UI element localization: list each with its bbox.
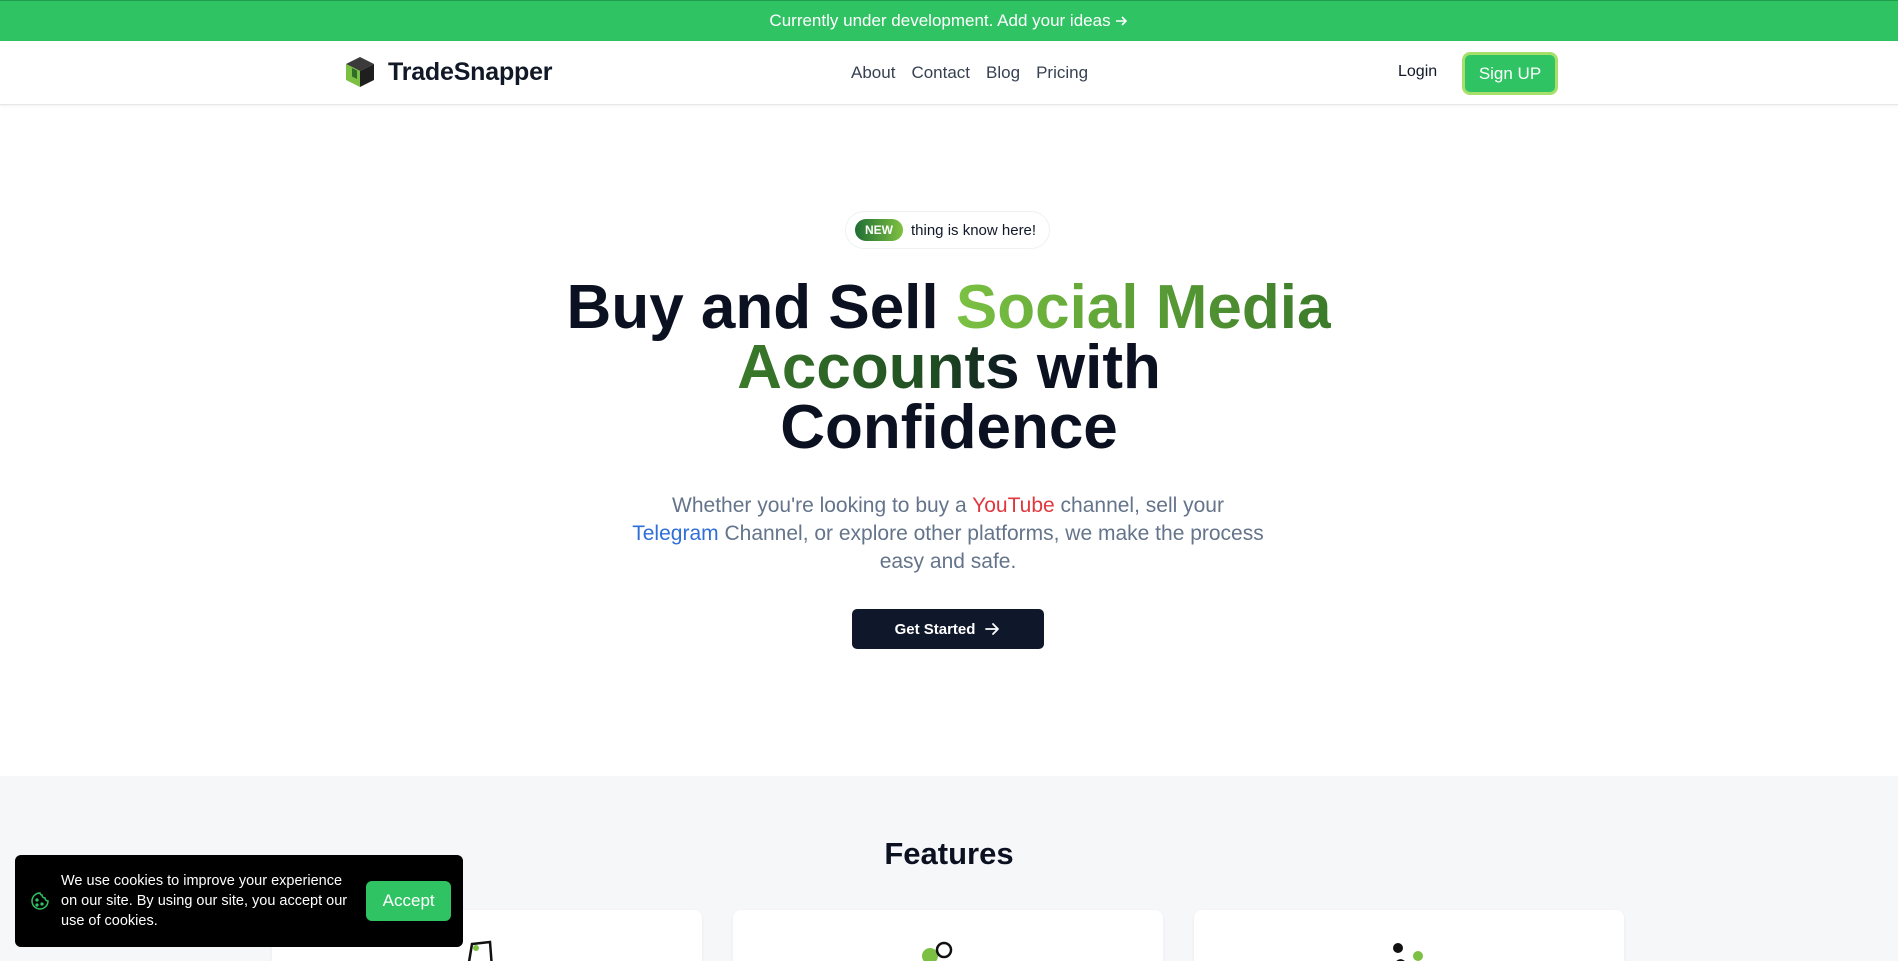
feature-illustration-icon — [467, 940, 493, 961]
badge-text: thing is know here! — [911, 221, 1037, 239]
feature-card — [1194, 910, 1624, 961]
get-started-label: Get Started — [894, 620, 976, 638]
brand-link[interactable]: TradeSnapper — [344, 55, 553, 89]
headline-highlight2: Accounts — [737, 333, 1020, 402]
feature-card — [733, 910, 1163, 961]
nav-link-blog[interactable]: Blog — [986, 63, 1020, 83]
subtitle-telegram: Telegram — [632, 522, 719, 545]
headline-part3: Confidence — [780, 393, 1118, 462]
nav-link-pricing[interactable]: Pricing — [1036, 63, 1088, 83]
accept-cookies-button[interactable]: Accept — [366, 881, 451, 921]
subtitle-youtube: YouTube — [972, 494, 1055, 517]
subtitle-s2: channel, sell your — [1060, 494, 1224, 517]
cube-logo-icon — [346, 57, 374, 87]
headline-highlight1: Social Media — [955, 273, 1332, 342]
cookie-text: We use cookies to improve your experienc… — [61, 873, 348, 929]
feature-illustration-icon — [922, 941, 953, 961]
main-nav: About Contact Blog Pricing — [851, 63, 1088, 83]
cookie-banner: We use cookies to improve your experienc… — [15, 855, 463, 947]
subtitle-s1: Whether you're looking to buy a — [672, 494, 973, 517]
get-started-button[interactable]: Get Started — [852, 609, 1044, 649]
hero-headline: Buy and Sell Social Media Accounts with … — [0, 277, 1898, 459]
arrow-right-icon — [1115, 16, 1127, 26]
brand-name: TradeSnapper — [388, 57, 553, 86]
announcement-bar: Currently under development. Add your id… — [0, 0, 1898, 41]
navbar: TradeSnapper About Contact Blog Pricing … — [0, 41, 1898, 105]
signup-button[interactable]: Sign UP — [1462, 52, 1558, 95]
hero-subtitle: Whether you're looking to buy a YouTube … — [630, 492, 1266, 576]
cookie-icon — [31, 892, 49, 910]
headline-part2: with — [1019, 333, 1161, 402]
arrow-right-icon — [985, 623, 1000, 635]
new-badge: NEW thing is know here! — [845, 211, 1050, 249]
announcement-link[interactable]: Currently under development. Add your id… — [769, 11, 1128, 31]
badge-pill: NEW — [855, 219, 903, 241]
login-link[interactable]: Login — [1398, 63, 1437, 81]
feature-illustration-icon — [1393, 943, 1423, 961]
subtitle-s3: Channel, or explore other platforms, we … — [724, 522, 1264, 573]
headline-part1: Buy and Sell — [566, 273, 956, 342]
nav-link-about[interactable]: About — [851, 63, 895, 83]
announcement-text: Currently under development. Add your id… — [769, 11, 1111, 30]
nav-link-contact[interactable]: Contact — [911, 63, 970, 83]
